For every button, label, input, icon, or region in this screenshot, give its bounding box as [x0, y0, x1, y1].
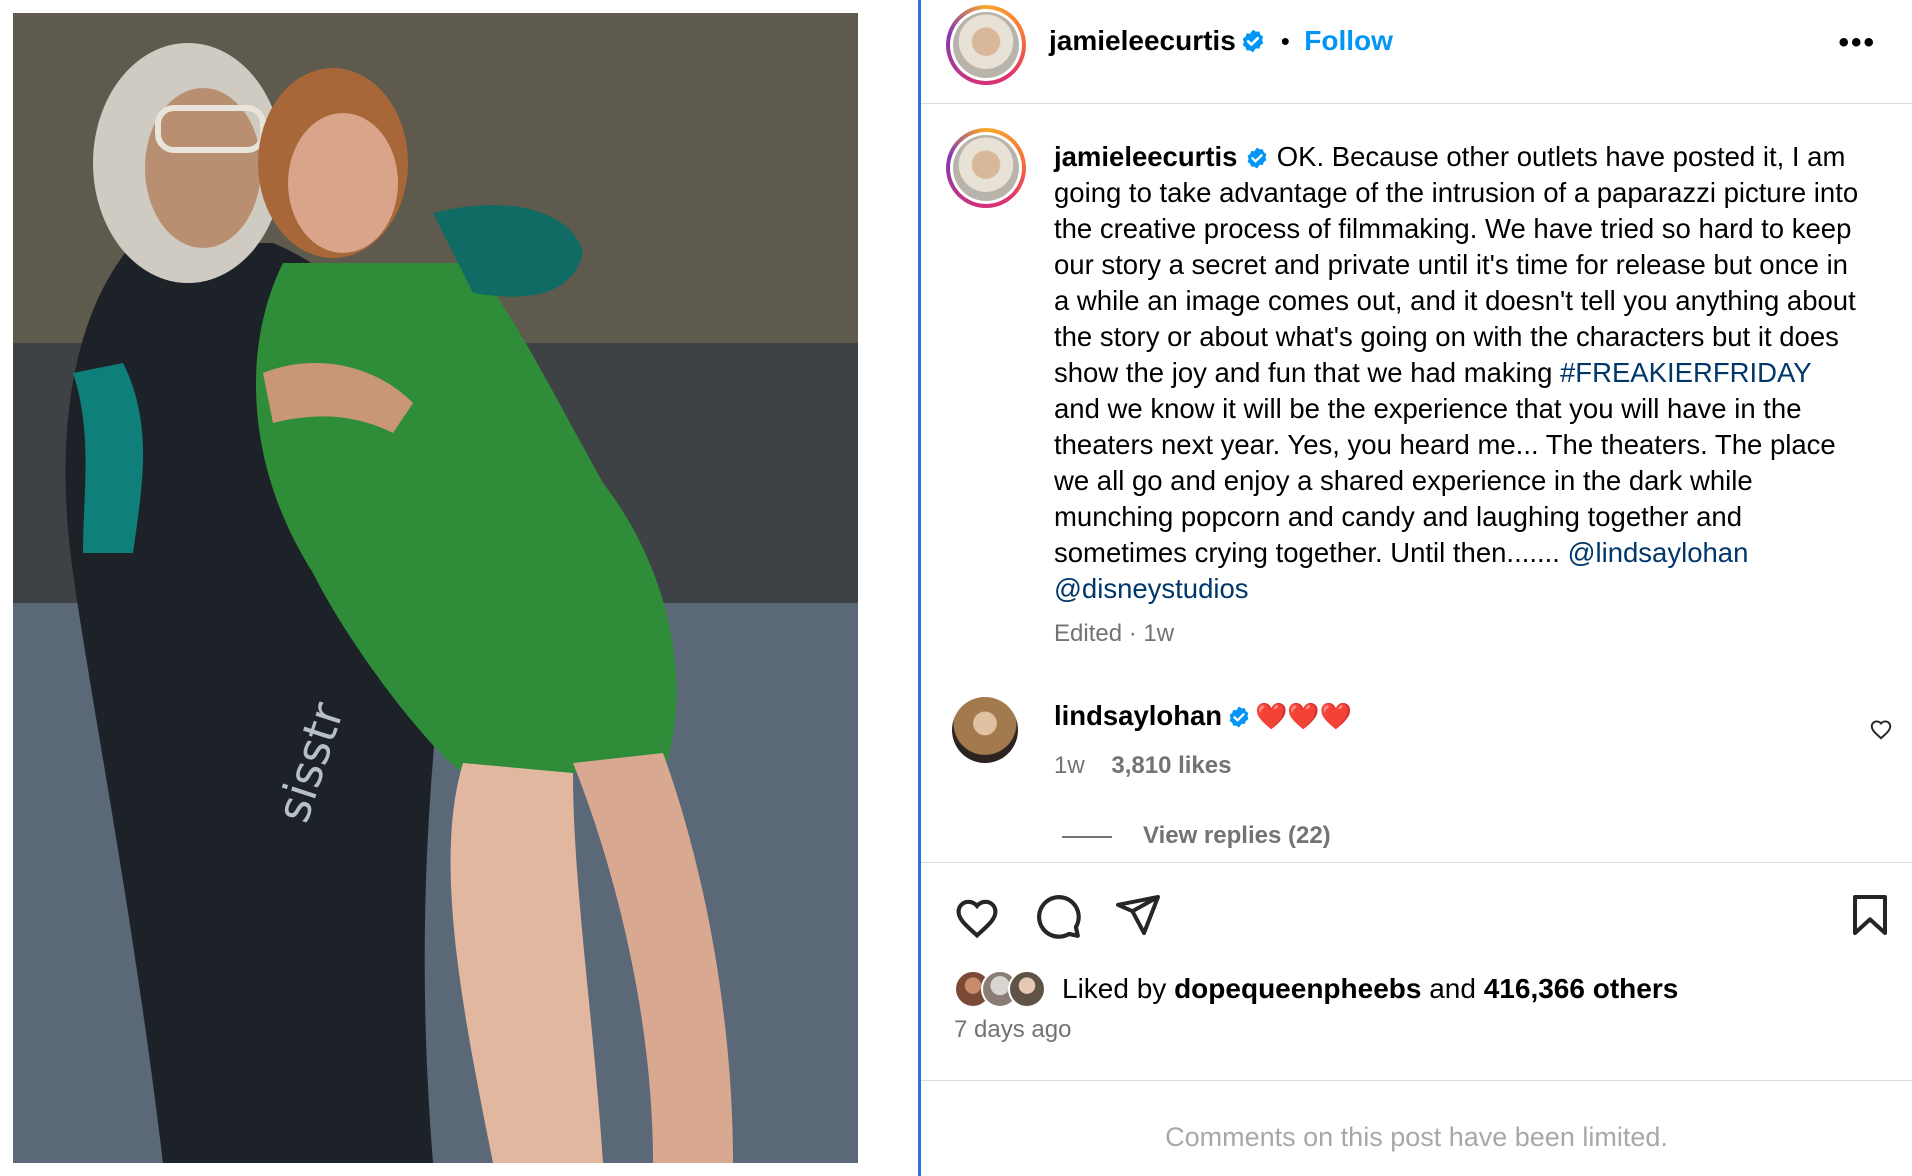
verified-icon: [1229, 706, 1248, 728]
post-actions: [921, 862, 1912, 1082]
small-heart-icon[interactable]: [1868, 716, 1894, 742]
author-avatar[interactable]: [946, 5, 1026, 85]
post-header: jamieleecurtis • Follow •••: [921, 0, 1912, 104]
post-photo-illustration: sisstr: [13, 13, 858, 1163]
hashtag-link[interactable]: #FREAKIERFRIDAY: [1560, 357, 1811, 388]
comment-meta: 1w 3,810 likes: [1054, 752, 1231, 780]
author-username[interactable]: jamieleecurtis: [1049, 25, 1236, 56]
comment-likes[interactable]: 3,810 likes: [1111, 752, 1231, 779]
post-side-panel: jamieleecurtis • Follow ••• jamieleecurt…: [921, 0, 1912, 1176]
meta-dot: ·: [1128, 620, 1137, 647]
more-options-icon[interactable]: •••: [1838, 28, 1876, 58]
share-icon[interactable]: [1114, 891, 1162, 939]
comment: lindsaylohan ❤️❤️❤️: [1054, 700, 1352, 732]
post-date[interactable]: 7 days ago: [954, 1016, 1071, 1044]
likes-prefix: Liked by: [1062, 973, 1167, 1004]
mention-link-disneystudios[interactable]: @disneystudios: [1054, 573, 1249, 604]
caption-meta: Edited · 1w: [1054, 620, 1174, 648]
comment-text: ❤️❤️❤️: [1255, 701, 1353, 731]
comments-limited-notice: Comments on this post have been limited.: [1165, 1122, 1668, 1152]
caption-author-username[interactable]: jamieleecurtis: [1054, 141, 1237, 172]
verified-icon: [1247, 147, 1267, 169]
likes-summary: Liked by dopequeenpheebs and 416,366 oth…: [1062, 973, 1678, 1005]
verified-icon: [1243, 29, 1264, 53]
liker-avatar-3[interactable]: [1008, 970, 1046, 1008]
edited-label: Edited: [1054, 620, 1123, 647]
comment-time: 1w: [1054, 752, 1085, 779]
comment-icon[interactable]: [1033, 891, 1083, 941]
post-photo[interactable]: sisstr: [13, 13, 858, 1163]
view-replies-button[interactable]: View replies (22): [1143, 822, 1331, 850]
replies-line: [1062, 836, 1112, 838]
caption-author-avatar[interactable]: [946, 128, 1026, 208]
likes-count[interactable]: 416,366 others: [1484, 973, 1679, 1004]
header-separator: •: [1280, 26, 1290, 56]
caption-text-part-1: OK. Because other outlets have posted it…: [1054, 141, 1859, 388]
commenter-avatar[interactable]: [952, 697, 1018, 763]
heart-icon[interactable]: [951, 891, 1003, 943]
likes-middle: and: [1429, 973, 1476, 1004]
follow-button[interactable]: Follow: [1304, 25, 1393, 56]
commenter-username[interactable]: lindsaylohan: [1054, 700, 1222, 731]
post-caption: jamieleecurtis OK. Because other outlets…: [1054, 139, 1864, 607]
caption-time[interactable]: 1w: [1143, 620, 1174, 647]
bookmark-icon[interactable]: [1846, 891, 1894, 939]
mention-link-lindsaylohan[interactable]: @lindsaylohan: [1568, 537, 1749, 568]
liker-username[interactable]: dopequeenpheebs: [1174, 973, 1421, 1004]
